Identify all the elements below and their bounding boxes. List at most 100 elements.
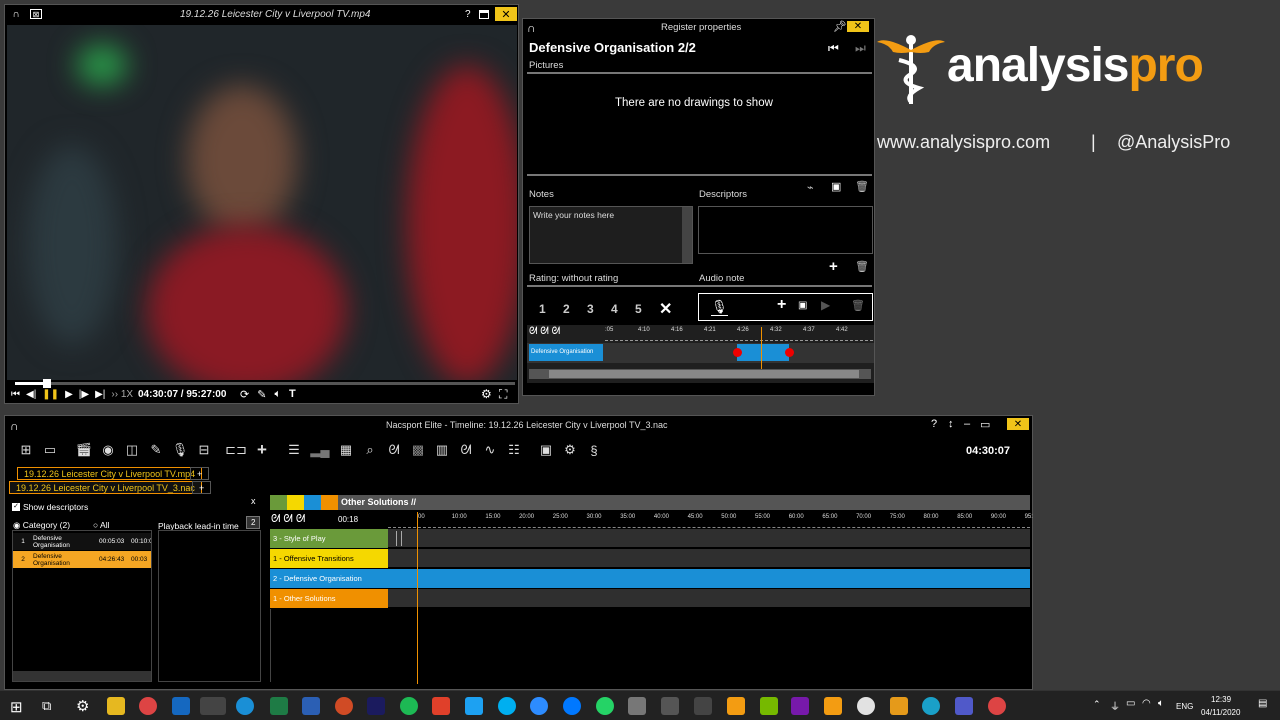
settings-app-icon[interactable]: ⚙ xyxy=(76,697,89,715)
row-label[interactable]: 3 - Style of Play xyxy=(270,529,388,548)
edge-icon[interactable] xyxy=(922,697,940,715)
delete-audio-icon[interactable]: 🗑︎ xyxy=(851,299,865,312)
row-label[interactable]: 1 - Offensive Transitions xyxy=(270,549,388,568)
maximize-icon[interactable]: ▭ xyxy=(980,418,990,431)
calculator-icon[interactable] xyxy=(661,697,679,715)
swatch-green[interactable] xyxy=(270,495,287,510)
split-icon[interactable]: ◫ xyxy=(123,441,141,459)
category-row[interactable]: 2 Defensive Organisation 04:26:43 00:03 xyxy=(13,551,151,568)
camera-icon[interactable]: ◉ xyxy=(99,441,117,459)
table-icon[interactable]: ⊟ xyxy=(195,441,213,459)
clock-time[interactable]: 12:39 xyxy=(1211,695,1231,704)
seek-bar[interactable] xyxy=(15,379,515,388)
clip-bar[interactable] xyxy=(388,569,1030,588)
clip-end-handle[interactable] xyxy=(785,348,794,357)
close-icon[interactable]: ✕ xyxy=(495,7,517,21)
battery-icon[interactable]: ▭ xyxy=(1126,698,1135,709)
onenote-icon[interactable] xyxy=(791,697,809,715)
nacsport-icon[interactable] xyxy=(200,697,226,715)
close-icon[interactable]: ✕ xyxy=(1007,418,1029,430)
play-audio-icon[interactable]: ▶ xyxy=(821,298,830,312)
list-icon[interactable]: ☰ xyxy=(285,441,303,459)
next-icon[interactable]: ⏭ xyxy=(855,41,866,56)
mic-off-icon[interactable]: 🎙︎ xyxy=(711,299,728,316)
draw-icon[interactable]: ✎ xyxy=(257,388,266,401)
analysispro2-icon[interactable] xyxy=(890,697,908,715)
fullscreen-icon[interactable]: ⛶ xyxy=(499,387,507,402)
analysispro-icon[interactable] xyxy=(824,697,842,715)
category-scrollbar[interactable] xyxy=(13,671,151,681)
pause-icon[interactable]: ❚❚ xyxy=(42,389,59,400)
wifi-icon[interactable]: ◠ xyxy=(1142,698,1151,709)
pen-icon[interactable]: ✎ xyxy=(147,441,165,459)
category-row[interactable]: 1 Defensive Organisation 00:05:03 00:10:… xyxy=(13,533,151,550)
safari-icon[interactable] xyxy=(236,697,254,715)
brush-icon[interactable]: ⌁ xyxy=(807,181,814,194)
people-search-icon[interactable]: ᘛ xyxy=(385,441,403,459)
premiere-icon[interactable] xyxy=(367,697,385,715)
zoom-icons[interactable]: ᘛ ᘛ ᘛ xyxy=(529,326,560,337)
speed-icon[interactable]: ›› 1X xyxy=(111,389,133,400)
show-descriptors-checkbox[interactable]: ✓ Show descriptors xyxy=(12,502,88,512)
playback-value[interactable]: 2 xyxy=(246,516,261,529)
mini-scrollbar[interactable] xyxy=(529,369,871,379)
video-frame[interactable] xyxy=(7,25,517,380)
nvidia-icon[interactable] xyxy=(760,697,778,715)
help-icon[interactable]: ? xyxy=(931,418,937,430)
skip-back-icon[interactable]: ⏮ xyxy=(11,389,20,400)
step-forward-icon[interactable]: |▶ xyxy=(79,389,89,400)
mic-icon[interactable]: 🎙︎ xyxy=(171,441,189,459)
tab-video[interactable]: 19.12.26 Leicester City v Liverpool TV.m… xyxy=(17,467,203,480)
outlook-icon[interactable] xyxy=(172,697,190,715)
usb-icon[interactable]: ⏚ xyxy=(1110,698,1120,713)
tab-nac[interactable]: 19.12.26 Leicester City v Liverpool TV_3… xyxy=(9,481,202,494)
zoom-icons[interactable]: ᘛ ᘛ ᘛ xyxy=(271,513,305,526)
timeline-row-style[interactable]: 3 - Style of Play xyxy=(270,529,1030,548)
bars-icon[interactable]: ▂▄ xyxy=(310,441,329,459)
rating-1[interactable]: 1 xyxy=(539,302,546,316)
rating-4[interactable]: 4 xyxy=(611,302,618,316)
tab-add-nac[interactable]: + xyxy=(192,481,212,494)
swatch-blue[interactable] xyxy=(304,495,321,510)
all-radio[interactable]: ○ All xyxy=(93,520,109,530)
timeline-row-other[interactable]: 1 - Other Solutions xyxy=(270,589,1030,608)
resize-clip-icon[interactable]: ⊏⊐ xyxy=(225,441,247,459)
swatch-orange[interactable] xyxy=(321,495,338,510)
clear-rating-icon[interactable]: ✕ xyxy=(659,299,672,319)
swatch-yellow[interactable] xyxy=(287,495,304,510)
help-icon[interactable]: ? xyxy=(465,9,471,20)
acrobat-icon[interactable] xyxy=(694,697,712,715)
whatsapp-icon[interactable] xyxy=(596,697,614,715)
excel-icon[interactable] xyxy=(270,697,288,715)
chart-icon[interactable]: ▥ xyxy=(433,441,451,459)
menu-icon[interactable]: ⊠ xyxy=(30,9,42,19)
notes-app-icon[interactable] xyxy=(628,697,646,715)
timeline-row-defensive[interactable]: 2 - Defensive Organisation xyxy=(270,569,1030,588)
resize-icon[interactable]: ↕ xyxy=(948,418,954,430)
search-icon[interactable]: ⌕ xyxy=(361,441,379,459)
itunes-icon[interactable] xyxy=(857,697,875,715)
skype-icon[interactable] xyxy=(498,697,516,715)
pin-icon[interactable]: 📌︎ xyxy=(833,20,847,33)
clapper-icon[interactable]: 🎬︎ xyxy=(75,441,93,459)
explorer-icon[interactable] xyxy=(107,697,125,715)
text-icon[interactable]: T xyxy=(289,388,296,401)
settings-icon[interactable]: ⚙ xyxy=(561,441,579,459)
chrome-icon[interactable] xyxy=(139,697,157,715)
spotify-icon[interactable] xyxy=(400,697,418,715)
windows-start-icon[interactable]: ⊞ xyxy=(10,698,23,716)
export-icon[interactable]: ▣ xyxy=(537,441,555,459)
volume-icon[interactable]: 🔈︎ xyxy=(274,388,281,401)
add-icon[interactable]: + xyxy=(253,440,271,459)
sync-icon[interactable]: § xyxy=(585,441,603,459)
playhead[interactable] xyxy=(417,512,418,684)
slides-icon[interactable] xyxy=(432,697,450,715)
monitor-icon[interactable]: ▭ xyxy=(41,441,59,459)
word-icon[interactable] xyxy=(302,697,320,715)
matrix-icon[interactable]: ▦ xyxy=(337,441,355,459)
rating-2[interactable]: 2 xyxy=(563,302,570,316)
close-panel-button[interactable]: x xyxy=(251,496,256,506)
graph-icon[interactable]: ∿ xyxy=(481,441,499,459)
play-icon[interactable]: ▶ xyxy=(65,389,73,400)
powerpoint-icon[interactable] xyxy=(335,697,353,715)
